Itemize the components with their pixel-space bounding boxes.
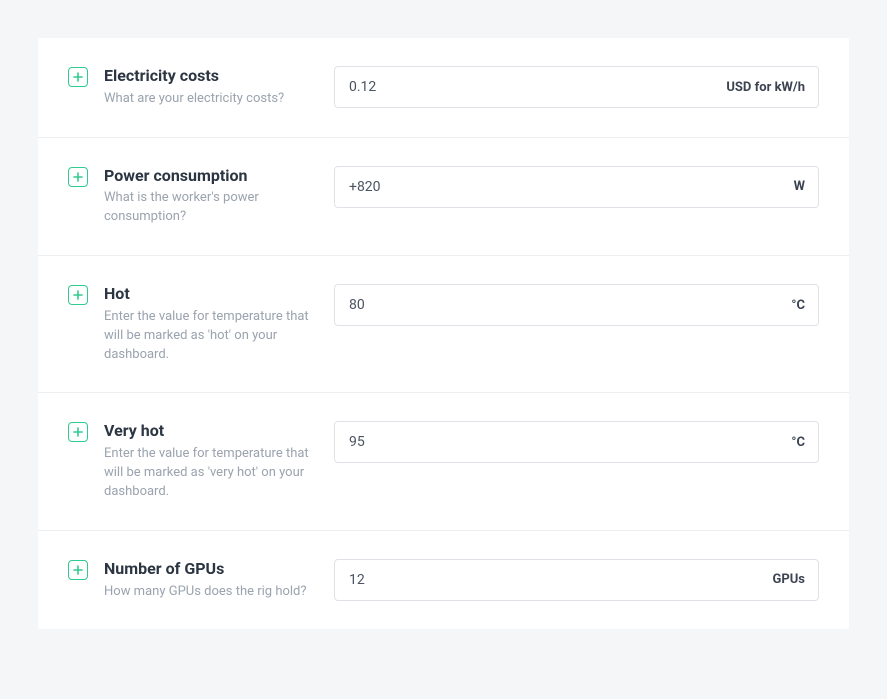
row-veryhot: Very hot Enter the value for temperature… [38, 393, 849, 530]
field-desc: Enter the value for temperature that wil… [104, 445, 318, 502]
settings-card: Electricity costs What are your electric… [38, 38, 849, 629]
field-title: Number of GPUs [104, 559, 318, 580]
field-desc: Enter the value for temperature that wil… [104, 308, 318, 365]
plus-icon[interactable] [68, 560, 88, 580]
field-desc: What is the worker's power consumption? [104, 189, 318, 227]
plus-icon[interactable] [68, 67, 88, 87]
field-title: Electricity costs [104, 66, 318, 87]
plus-icon[interactable] [68, 422, 88, 442]
row-power: Power consumption What is the worker's p… [38, 138, 849, 256]
electricity-input[interactable] [334, 66, 819, 108]
power-input[interactable] [334, 166, 819, 208]
plus-icon[interactable] [68, 167, 88, 187]
row-gpus: Number of GPUs How many GPUs does the ri… [38, 531, 849, 630]
row-electricity: Electricity costs What are your electric… [38, 38, 849, 138]
field-desc: How many GPUs does the rig hold? [104, 583, 318, 602]
field-desc: What are your electricity costs? [104, 90, 318, 109]
veryhot-input[interactable] [334, 421, 819, 463]
field-title: Hot [104, 284, 318, 305]
field-title: Power consumption [104, 166, 318, 187]
plus-icon[interactable] [68, 285, 88, 305]
field-title: Very hot [104, 421, 318, 442]
hot-input[interactable] [334, 284, 819, 326]
row-hot: Hot Enter the value for temperature that… [38, 256, 849, 393]
gpus-input[interactable] [334, 559, 819, 601]
